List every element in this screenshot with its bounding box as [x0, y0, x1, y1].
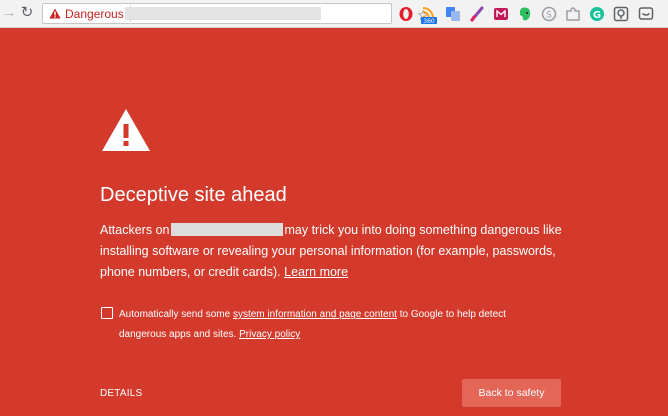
privacy-policy-link[interactable]: Privacy policy — [239, 329, 300, 340]
browser-toolbar: → ↻ Dangerous ☆ 360 S G — [0, 0, 668, 28]
page-title: Deceptive site ahead — [100, 184, 287, 206]
chat-icon[interactable] — [638, 6, 654, 22]
reload-icon[interactable]: ↻ — [18, 4, 36, 22]
warning-message: Attackers on may trick you into doing som… — [100, 220, 575, 283]
redacted-hostname — [171, 223, 284, 236]
learn-more-link[interactable]: Learn more — [284, 265, 348, 279]
back-to-safety-button[interactable]: Back to safety — [462, 379, 561, 407]
security-chip[interactable]: Dangerous — [45, 5, 131, 22]
puzzle-icon[interactable] — [565, 6, 581, 22]
address-bar[interactable]: Dangerous ☆ — [42, 3, 430, 24]
security-chip-label: Dangerous — [65, 6, 124, 21]
report-prefix: Automatically send some — [119, 309, 231, 320]
svg-text:S: S — [546, 11, 552, 21]
badge-text: 360 — [423, 18, 435, 24]
details-button[interactable]: DETAILS — [100, 388, 142, 399]
evernote-icon[interactable] — [517, 6, 533, 22]
mail-icon[interactable] — [493, 6, 509, 22]
warning-triangle-icon — [102, 109, 150, 151]
opera-icon[interactable] — [398, 6, 414, 22]
translate-icon[interactable] — [445, 6, 461, 22]
pen-icon[interactable] — [469, 6, 485, 22]
system-info-link[interactable]: system information and page content — [233, 309, 397, 320]
rss-360-icon[interactable]: 360 — [421, 4, 437, 24]
redacted-url — [125, 7, 321, 20]
interstitial-page: Deceptive site ahead Attackers on may tri… — [0, 28, 668, 416]
grammarly-icon[interactable]: G — [589, 6, 605, 22]
danger-icon — [49, 8, 61, 19]
report-checkbox[interactable] — [101, 307, 113, 319]
pocket-icon[interactable] — [613, 6, 629, 22]
body-prefix: Attackers on — [100, 223, 170, 237]
skype-icon[interactable]: S — [541, 6, 557, 22]
report-text: Automatically send some system informati… — [119, 305, 539, 345]
svg-text:G: G — [593, 10, 601, 21]
forward-icon[interactable]: → — [0, 4, 18, 22]
